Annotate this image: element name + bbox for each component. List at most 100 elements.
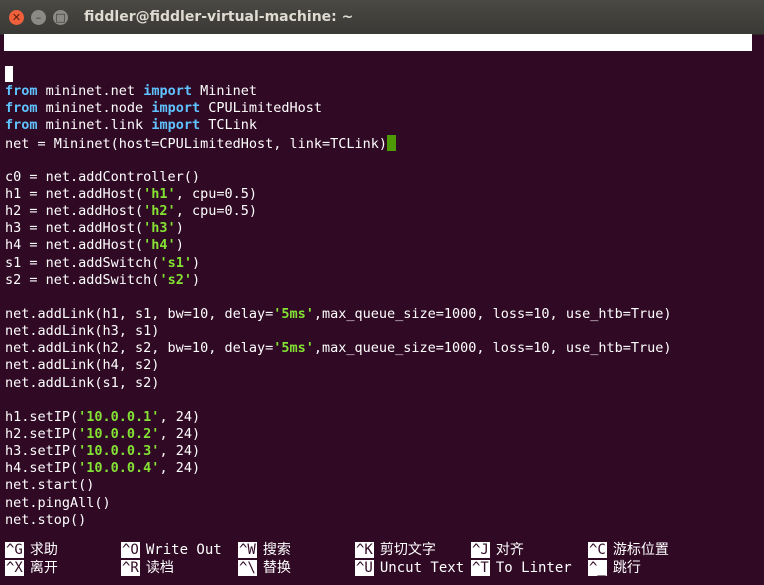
code-token: net.pingAll(): [5, 494, 111, 511]
code-line[interactable]: s1 = net.addSwitch('s1'): [5, 255, 671, 272]
shortcut-item[interactable]: ^\ 替换: [238, 560, 291, 577]
code-token: net.addLink(h3, s1): [5, 323, 160, 340]
code-line[interactable]: from mininet.node import CPULimitedHost: [5, 100, 671, 117]
shortcut-item[interactable]: ^G 求助: [5, 542, 58, 559]
code-line[interactable]: h2 = net.addHost('h2', cpu=0.5): [5, 203, 671, 220]
shortcut-label: 求助: [29, 542, 58, 558]
code-token: s2 = net.addSwitch(: [5, 271, 160, 288]
code-line[interactable]: [5, 66, 671, 83]
shortcut-label: Uncut Text: [379, 560, 465, 576]
shortcut-item[interactable]: ^T To Linter: [471, 560, 572, 577]
keyword-token: from: [5, 83, 38, 100]
shortcut-item[interactable]: ^O Write Out: [121, 542, 222, 559]
code-line[interactable]: net.start(): [5, 477, 671, 494]
code-line[interactable]: from mininet.link import TCLink: [5, 117, 671, 134]
shortcut-key: ^J: [471, 542, 490, 558]
editor-text-area[interactable]: from mininet.net import Mininet from mini…: [5, 66, 671, 529]
mark-cursor: [387, 134, 397, 151]
code-token: net = Mininet(host=CPULimitedHost, link=…: [5, 135, 388, 152]
shortcut-key: ^X: [5, 560, 24, 576]
code-line[interactable]: h2.setIP('10.0.0.2', 24): [5, 426, 671, 443]
shortcut-item[interactable]: ^R 读档: [121, 560, 174, 577]
shortcut-label: To Linter: [495, 560, 572, 576]
shortcut-item[interactable]: ^U Uncut Text: [355, 560, 464, 577]
code-line[interactable]: net.stop(): [5, 512, 671, 529]
code-token: , 24): [159, 443, 201, 460]
code-token: mininet.net: [37, 83, 144, 100]
code-line[interactable]: c0 = net.addController(): [5, 169, 671, 186]
shortcut-item[interactable]: ^_ 跳行: [588, 560, 641, 577]
shortcut-item[interactable]: ^C 游标位置: [588, 542, 669, 559]
code-line[interactable]: [5, 392, 671, 409]
close-icon[interactable]: ✕: [9, 9, 24, 25]
code-line[interactable]: s2 = net.addSwitch('s2'): [5, 272, 671, 289]
code-token: ): [175, 220, 184, 237]
string-token: '10.0.0.2': [78, 425, 160, 442]
code-line[interactable]: net.addLink(h4, s2): [5, 357, 671, 374]
title-bar[interactable]: ✕ – □ fiddler@fiddler-virtual-machine: ~: [0, 0, 764, 35]
string-token: 's2': [159, 271, 192, 288]
shortcut-label: 替换: [262, 560, 291, 576]
shortcut-label: 游标位置: [612, 542, 669, 558]
code-token: h4 = net.addHost(: [5, 237, 144, 254]
string-token: '5ms': [273, 340, 314, 357]
shortcut-item[interactable]: ^W 搜索: [238, 542, 291, 559]
code-line[interactable]: net.addLink(h1, s1, bw=10, delay='5ms',m…: [5, 306, 671, 323]
shortcut-item[interactable]: ^K 剪切文字: [355, 542, 436, 559]
shortcut-bar: ^G 求助 ^O Write Out ^W 搜索 ^K 剪切文字 ^J 对齐 ^C 游标位置 ^X 离开 ^…: [5, 542, 760, 580]
nano-header: GNU nano 2.5.3 文件： mytopo.py: [4, 34, 752, 84]
code-token: h2 = net.addHost(: [5, 203, 144, 220]
code-line[interactable]: h1.setIP('10.0.0.1', 24): [5, 409, 671, 426]
shortcut-label: 离开: [29, 560, 58, 576]
code-line[interactable]: net.addLink(h2, s2, bw=10, delay='5ms',m…: [5, 340, 671, 357]
text-cursor: [5, 66, 13, 82]
code-line[interactable]: net.pingAll(): [5, 495, 671, 512]
string-token: '10.0.0.4': [78, 460, 160, 477]
code-line[interactable]: h4 = net.addHost('h4'): [5, 237, 671, 254]
shortcut-item[interactable]: ^X 离开: [5, 560, 58, 577]
string-token: 'h3': [143, 220, 176, 237]
shortcut-label: 剪切文字: [379, 542, 436, 558]
code-token: h2.setIP(: [5, 425, 79, 442]
code-token: s1 = net.addSwitch(: [5, 254, 160, 271]
shortcut-key: ^G: [5, 542, 24, 558]
code-token: ): [191, 271, 201, 288]
code-token: , cpu=0.5): [175, 203, 257, 220]
code-line[interactable]: h3.setIP('10.0.0.3', 24): [5, 443, 671, 460]
shortcut-key: ^O: [121, 542, 140, 558]
code-line[interactable]: h3 = net.addHost('h3'): [5, 220, 671, 237]
string-token: '10.0.0.3': [78, 443, 160, 460]
minimize-icon[interactable]: –: [31, 9, 46, 25]
string-token: 'h2': [143, 203, 176, 220]
string-token: '5ms': [273, 305, 314, 322]
code-line[interactable]: [5, 152, 671, 169]
string-token: 'h1': [143, 185, 176, 202]
shortcut-key: ^C: [588, 542, 607, 558]
shortcut-key: ^U: [355, 560, 374, 576]
code-line[interactable]: h4.setIP('10.0.0.4', 24): [5, 460, 671, 477]
code-token: , cpu=0.5): [175, 185, 257, 202]
shortcut-key: ^_: [588, 560, 607, 576]
keyword-token: from: [5, 117, 38, 134]
maximize-icon[interactable]: □: [53, 9, 68, 25]
shortcut-label: 对齐: [495, 542, 524, 558]
code-token: mininet.link: [37, 117, 152, 134]
code-token: , 24): [159, 408, 201, 425]
code-token: ): [175, 237, 184, 254]
code-line[interactable]: [5, 289, 671, 306]
code-token: c0 = net.addController(): [5, 168, 201, 185]
code-token: ,max_queue_size=1000, loss=10, use_htb=T…: [313, 340, 672, 357]
code-line[interactable]: net.addLink(h3, s1): [5, 323, 671, 340]
code-line[interactable]: net.addLink(s1, s2): [5, 375, 671, 392]
code-token: CPULimitedHost: [200, 100, 323, 117]
code-token: , 24): [159, 460, 201, 477]
code-line[interactable]: from mininet.net import Mininet: [5, 83, 671, 100]
code-token: net.start(): [5, 477, 95, 494]
string-token: 's1': [159, 254, 192, 271]
shortcut-item[interactable]: ^J 对齐: [471, 542, 524, 559]
code-line[interactable]: h1 = net.addHost('h1', cpu=0.5): [5, 186, 671, 203]
code-token: ): [191, 254, 201, 271]
code-line[interactable]: net = Mininet(host=CPULimitedHost, link=…: [5, 134, 671, 152]
code-token: ,max_queue_size=1000, loss=10, use_htb=T…: [313, 305, 672, 322]
code-token: , 24): [159, 425, 201, 442]
